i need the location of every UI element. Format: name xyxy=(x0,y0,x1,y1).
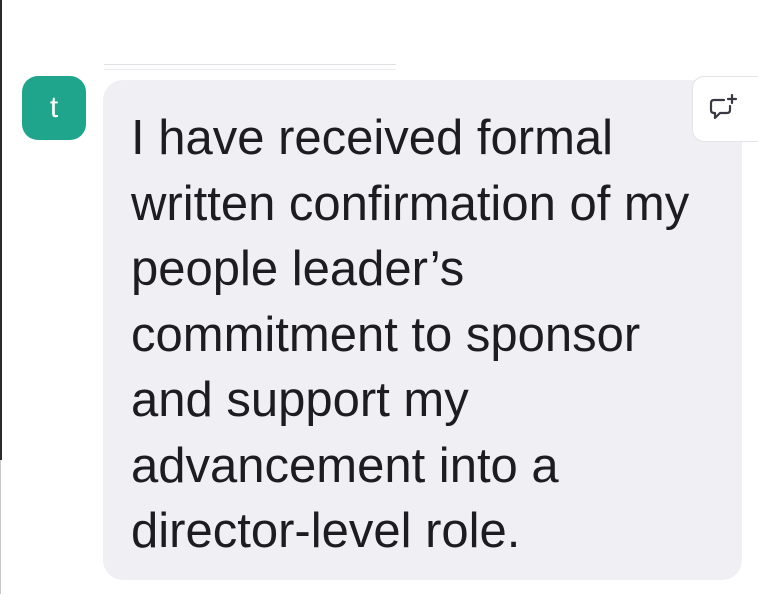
message-text: I have received formal written confirmat… xyxy=(131,111,690,558)
add-comment-icon xyxy=(707,94,739,124)
user-avatar[interactable]: t xyxy=(22,76,86,140)
add-comment-button[interactable] xyxy=(692,76,758,142)
message-bubble: I have received formal written confirmat… xyxy=(103,80,742,580)
previous-message-edge xyxy=(104,64,396,70)
chat-view: t I have received formal written confirm… xyxy=(0,0,758,594)
left-window-edge-lower xyxy=(0,460,1,594)
avatar-initial: t xyxy=(49,91,59,124)
left-window-edge xyxy=(0,0,2,460)
